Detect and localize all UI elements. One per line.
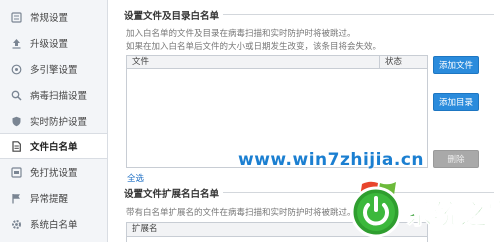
sidebar-item-label: 常规设置 (30, 13, 69, 24)
sidebar: 常规设置 升级设置 多引擎设置 病毒扫描设置 实时防护设置 文件白名单 免打扰设… (0, 0, 108, 242)
watermark-logo: 系统之家 (350, 181, 500, 238)
section-title-file-whitelist: 设置文件及目录白名单 (124, 8, 224, 22)
document-icon (10, 140, 22, 152)
sidebar-item-label: 多引擎设置 (30, 65, 78, 76)
add-directory-button[interactable]: 添加目录 (433, 93, 479, 111)
column-header-status[interactable]: 状态 (380, 56, 427, 68)
select-all-link[interactable]: 全选 (127, 172, 144, 184)
add-file-button[interactable]: 添加文件 (433, 56, 479, 74)
search-icon (10, 89, 22, 101)
sidebar-item-file-whitelist[interactable]: 文件白名单 (0, 133, 107, 159)
sidebar-item-label: 免打扰设置 (30, 168, 78, 179)
sidebar-item-label: 升级设置 (30, 39, 69, 50)
watermark-url: www.win7zhijia.cn (238, 150, 425, 170)
sidebar-item-label: 异常提醒 (30, 194, 69, 205)
section-description: 如果在加入白名单后文件的大小或日期发生改变，该条目将会失效。 (126, 42, 382, 52)
sidebar-item-label: 文件白名单 (30, 142, 78, 153)
sidebar-item-label: 系统白名单 (30, 220, 78, 231)
sidebar-item-upgrade[interactable]: 升级设置 (0, 30, 107, 56)
flag-icon (10, 192, 22, 204)
sidebar-item-label: 实时防护设置 (30, 117, 88, 128)
settings-icon (10, 11, 22, 23)
power-logo-icon (350, 186, 402, 238)
watermark-logo-text: 系统之家 (406, 199, 500, 231)
gear-icon (10, 218, 22, 230)
sidebar-item-alerts[interactable]: 异常提醒 (0, 185, 107, 211)
sidebar-item-general[interactable]: 常规设置 (0, 4, 107, 30)
section-description: 加入白名单的文件及目录在病毒扫描和实时防护时将被跳过。 (126, 29, 356, 39)
sidebar-item-system-whitelist[interactable]: 系统白名单 (0, 211, 107, 237)
upload-icon (10, 37, 22, 49)
sidebar-item-realtime-protection[interactable]: 实时防护设置 (0, 108, 107, 134)
shield-icon (10, 115, 22, 127)
section-title-extension-whitelist: 设置文件扩展名白名单 (124, 186, 224, 200)
column-header-file[interactable]: 文件 (127, 56, 380, 68)
sidebar-item-virus-scan[interactable]: 病毒扫描设置 (0, 82, 107, 108)
delete-button[interactable]: 删除 (433, 150, 479, 168)
sidebar-item-do-not-disturb[interactable]: 免打扰设置 (0, 159, 107, 185)
engine-icon (10, 63, 22, 75)
moon-icon (10, 166, 22, 178)
sidebar-item-engine[interactable]: 多引擎设置 (0, 56, 107, 82)
table-header: 文件 状态 (127, 56, 427, 69)
sidebar-item-label: 病毒扫描设置 (30, 91, 88, 102)
